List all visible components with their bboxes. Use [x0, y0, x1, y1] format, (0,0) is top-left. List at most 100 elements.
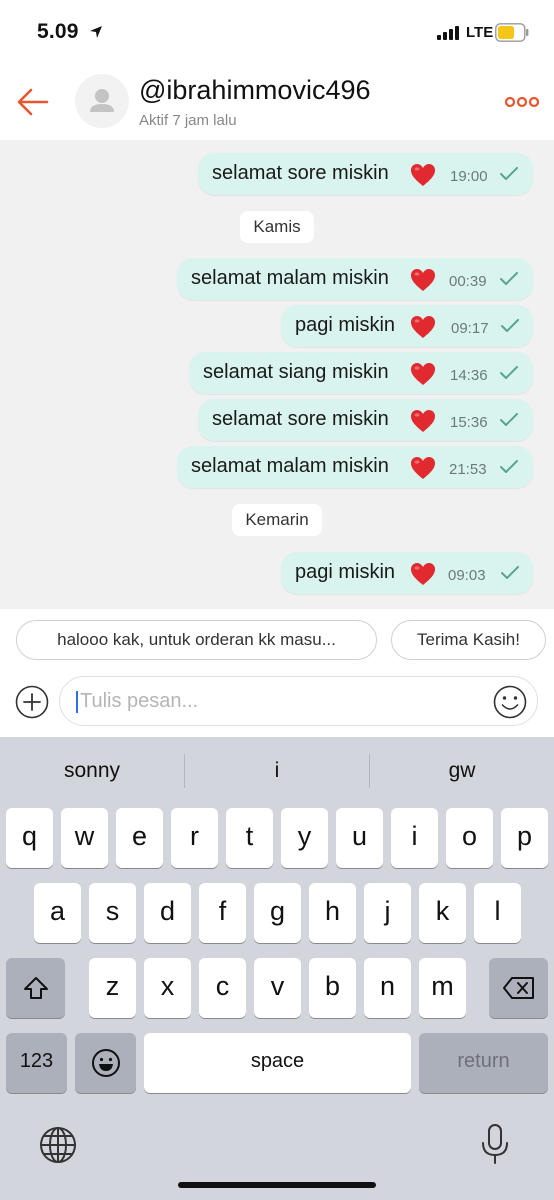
message-bubble[interactable]: pagi miskin 09:17: [281, 305, 533, 347]
key-y[interactable]: y: [281, 808, 328, 868]
key-e[interactable]: e: [116, 808, 163, 868]
message-bubble[interactable]: selamat sore miskin 15:36: [198, 399, 533, 441]
status-bar: 5.09 LTE: [0, 0, 554, 66]
check-icon: [501, 566, 519, 579]
message-time: 14:36: [450, 367, 488, 384]
backspace-icon: [502, 977, 534, 999]
suggestion-item[interactable]: sonny: [0, 759, 184, 783]
key-z[interactable]: z: [89, 958, 136, 1018]
key-n[interactable]: n: [364, 958, 411, 1018]
date-separator: Kamis: [240, 211, 314, 243]
check-icon: [500, 272, 518, 285]
more-options-icon[interactable]: [505, 96, 539, 108]
message-time: 09:03: [448, 567, 486, 584]
check-icon: [500, 413, 518, 426]
home-indicator[interactable]: [178, 1182, 376, 1188]
message-bubble[interactable]: pagi miskin 09:03: [281, 552, 533, 594]
key-c[interactable]: c: [199, 958, 246, 1018]
chat-messages[interactable]: selamat sore miskin 19:00 Kamis selamat …: [0, 140, 554, 609]
chat-username[interactable]: @ibrahimmovic496: [139, 75, 371, 106]
suggestion-item[interactable]: gw: [370, 759, 554, 783]
heart-emoji-icon: [411, 410, 435, 432]
avatar[interactable]: [75, 74, 129, 128]
message-text: pagi miskin: [295, 314, 396, 336]
key-h[interactable]: h: [309, 883, 356, 943]
shift-key[interactable]: [6, 958, 65, 1018]
key-b[interactable]: b: [309, 958, 356, 1018]
message-text: selamat malam miskin: [191, 267, 389, 289]
message-bubble[interactable]: selamat malam miskin 21:53: [177, 446, 533, 488]
check-icon: [500, 460, 518, 473]
user-placeholder-icon: [90, 89, 114, 112]
message-time: 15:36: [450, 414, 488, 431]
heart-emoji-icon: [411, 363, 435, 385]
signal-bars-icon: [437, 26, 459, 40]
key-a[interactable]: a: [34, 883, 81, 943]
key-t[interactable]: t: [226, 808, 273, 868]
back-arrow-icon[interactable]: [16, 86, 50, 118]
return-key[interactable]: return: [419, 1033, 548, 1093]
key-m[interactable]: m: [419, 958, 466, 1018]
shift-icon: [23, 977, 48, 999]
emoji-face-icon: [91, 1049, 120, 1077]
key-k[interactable]: k: [419, 883, 466, 943]
message-text: pagi miskin: [295, 561, 396, 583]
key-g[interactable]: g: [254, 883, 301, 943]
key-o[interactable]: o: [446, 808, 493, 868]
check-icon: [500, 366, 518, 379]
heart-emoji-icon: [411, 164, 435, 186]
key-r[interactable]: r: [171, 808, 218, 868]
key-f[interactable]: f: [199, 883, 246, 943]
heart-emoji-icon: [411, 269, 435, 291]
date-separator: Kemarin: [232, 504, 322, 536]
numbers-key[interactable]: 123: [6, 1033, 67, 1093]
key-s[interactable]: s: [89, 883, 136, 943]
message-text: selamat sore miskin: [212, 408, 389, 430]
key-q[interactable]: q: [6, 808, 53, 868]
key-i[interactable]: i: [391, 808, 438, 868]
message-time: 21:53: [449, 461, 487, 478]
key-u[interactable]: u: [336, 808, 383, 868]
suggestion-item[interactable]: i: [185, 759, 369, 783]
key-x[interactable]: x: [144, 958, 191, 1018]
predictive-suggestions: sonny i gw: [0, 737, 554, 805]
heart-emoji-icon: [411, 457, 435, 479]
globe-icon[interactable]: [38, 1125, 78, 1165]
message-time: 09:17: [451, 320, 489, 337]
key-w[interactable]: w: [61, 808, 108, 868]
message-time: 19:00: [450, 168, 488, 185]
location-arrow-icon: [90, 26, 102, 38]
status-time: 5.09: [37, 20, 79, 43]
key-j[interactable]: j: [364, 883, 411, 943]
battery-icon: [495, 23, 529, 42]
message-text: selamat siang miskin: [203, 361, 389, 383]
key-d[interactable]: d: [144, 883, 191, 943]
message-bubble[interactable]: selamat malam miskin 00:39: [177, 258, 533, 300]
check-icon: [501, 319, 519, 332]
message-bubble[interactable]: selamat siang miskin 14:36: [189, 352, 533, 394]
space-key[interactable]: space: [144, 1033, 411, 1093]
key-v[interactable]: v: [254, 958, 301, 1018]
message-bubble[interactable]: selamat sore miskin 19:00: [198, 153, 533, 195]
message-input-placeholder: Tulis pesan...: [80, 690, 199, 712]
emoji-key[interactable]: [75, 1033, 136, 1093]
quick-reply-chip[interactable]: Terima Kasih!: [391, 620, 546, 660]
key-p[interactable]: p: [501, 808, 548, 868]
emoji-icon[interactable]: [493, 685, 527, 719]
last-seen-status: Aktif 7 jam lalu: [139, 112, 237, 129]
text-cursor: [76, 691, 78, 713]
microphone-icon[interactable]: [480, 1123, 510, 1165]
composer-bar: Tulis pesan...: [0, 671, 554, 737]
heart-emoji-icon: [411, 563, 435, 585]
quick-replies: halooo kak, untuk orderan kk masu... Ter…: [0, 609, 554, 671]
heart-emoji-icon: [411, 316, 435, 338]
message-input[interactable]: Tulis pesan...: [59, 676, 538, 726]
check-icon: [500, 167, 518, 180]
key-l[interactable]: l: [474, 883, 521, 943]
add-attachment-icon[interactable]: [15, 685, 49, 719]
backspace-key[interactable]: [489, 958, 548, 1018]
chat-header: @ibrahimmovic496 Aktif 7 jam lalu: [0, 66, 554, 140]
message-text: selamat sore miskin: [212, 162, 389, 184]
quick-reply-chip[interactable]: halooo kak, untuk orderan kk masu...: [16, 620, 377, 660]
message-time: 00:39: [449, 273, 487, 290]
